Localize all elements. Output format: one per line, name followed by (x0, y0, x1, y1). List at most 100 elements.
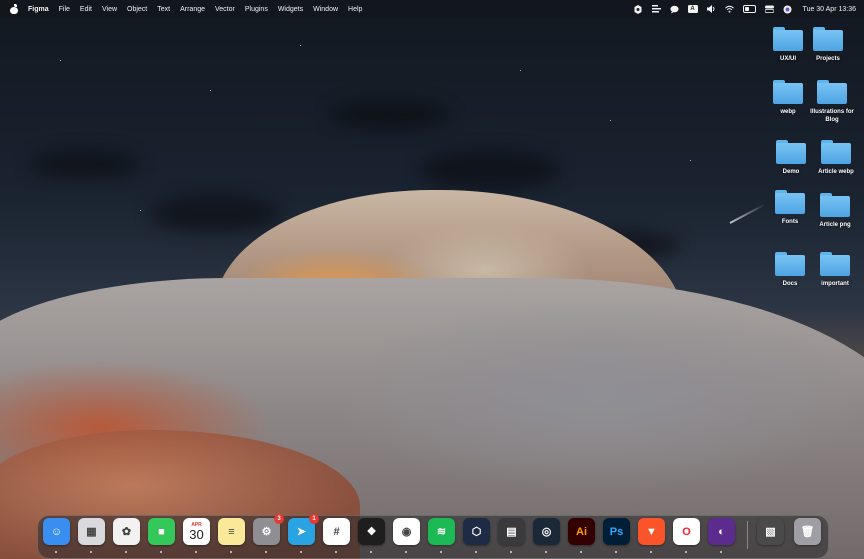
control-center-icon[interactable] (764, 5, 774, 14)
menu-help[interactable]: Help (348, 6, 362, 13)
figma-app-icon: ❖ (366, 526, 377, 538)
folder-label: UX/UI (779, 56, 796, 62)
folder-icon (821, 140, 851, 164)
menu-app-name[interactable]: Figma (28, 6, 49, 13)
menu-bar-clock[interactable]: Tue 30 Apr 13:36 (803, 6, 856, 13)
menu-edit[interactable]: Edit (80, 6, 92, 13)
spotify-icon: ≋ (436, 526, 447, 538)
notification-badge: 1 (309, 514, 319, 524)
dock-app-brave-icon[interactable]: ▼ (638, 518, 665, 545)
dock-app-launchpad-icon[interactable]: ▦ (78, 518, 105, 545)
stack-icon[interactable] (651, 5, 661, 14)
photoshop-icon: Ps (609, 525, 624, 538)
folder-illustrations-for-blog[interactable]: Illustrations for Blog (800, 80, 864, 124)
menu-widgets[interactable]: Widgets (278, 6, 303, 13)
menu-file[interactable]: File (59, 6, 70, 13)
running-indicator (195, 551, 197, 553)
keyboard-layout-icon[interactable]: A (687, 5, 698, 13)
folder-article-webp[interactable]: Article webp (804, 140, 864, 176)
screenshot-icon: ▧ (765, 526, 776, 538)
launchpad-icon: ▦ (86, 526, 97, 538)
calculator-icon: ▤ (506, 526, 517, 538)
desktop-wallpaper (0, 0, 864, 559)
dock-app-finder-icon[interactable]: ☺ (43, 518, 70, 545)
dock-app-calendar-icon[interactable]: APR 30 (183, 518, 210, 545)
dock-app-slack-icon[interactable]: # (323, 518, 350, 545)
running-indicator (230, 551, 232, 553)
chrome-icon: ◉ (401, 526, 412, 538)
folder-label: Article webp (818, 169, 854, 175)
dock-app-screenshot-icon[interactable]: ▧ (757, 518, 784, 545)
wifi-icon[interactable] (724, 5, 734, 14)
menu-view[interactable]: View (102, 6, 117, 13)
battery-icon[interactable] (742, 5, 756, 13)
illustrator-icon: Ai (576, 525, 587, 538)
cloud (30, 150, 140, 178)
notes-icon: ≡ (228, 525, 235, 538)
running-indicator (55, 551, 57, 553)
dock-app-photos-icon[interactable]: ✿ (113, 518, 140, 545)
dock-app-hexagon-app-icon[interactable]: ⬡ (463, 518, 490, 545)
running-indicator (580, 551, 582, 553)
running-indicator (510, 551, 512, 553)
running-indicator (545, 551, 547, 553)
running-indicator (615, 551, 617, 553)
running-indicator (160, 551, 162, 553)
folder-label: Docs (782, 281, 798, 287)
folder-icon (773, 80, 803, 104)
folder-important[interactable]: important (803, 252, 864, 288)
cloud (420, 150, 560, 190)
folder-label: Article png (819, 222, 851, 228)
menu-object[interactable]: Object (127, 6, 147, 13)
menu-bar: Figma File Edit View Object Text Arrange… (0, 0, 864, 18)
dock-app-spotify-icon[interactable]: ≋ (428, 518, 455, 545)
folder-projects[interactable]: Projects (796, 27, 860, 63)
dock-app-chrome-icon[interactable]: ◉ (393, 518, 420, 545)
running-indicator (125, 551, 127, 553)
facetime-icon: ■ (158, 525, 165, 538)
folder-icon (817, 80, 847, 104)
folder-label: Fonts (781, 219, 799, 225)
running-indicator (685, 551, 687, 553)
dock-app-figma-app-icon[interactable]: ❖ (358, 518, 385, 545)
folder-label: Demo (782, 169, 800, 175)
trash-icon: 🗑 (800, 526, 815, 538)
dock-app-facetime-icon[interactable]: ■ (148, 518, 175, 545)
folder-icon (820, 252, 850, 276)
folder-icon (775, 252, 805, 276)
dock-app-firefox-icon[interactable]: ◐ (708, 518, 735, 545)
siri-icon[interactable] (783, 5, 792, 14)
chat-icon[interactable] (669, 5, 679, 14)
menu-window[interactable]: Window (313, 6, 338, 13)
dock-app-photoshop-icon[interactable]: Ps (603, 518, 630, 545)
brave-icon: ▼ (646, 525, 657, 538)
speaker-icon[interactable] (706, 5, 716, 14)
dock-app-trash-icon[interactable]: 🗑 (794, 518, 821, 545)
running-indicator (90, 551, 92, 553)
dock-app-notes-icon[interactable]: ≡ (218, 518, 245, 545)
settings-icon: ⚙ (261, 526, 272, 538)
apple-menu-icon[interactable] (10, 3, 18, 14)
folder-label: Projects (816, 56, 840, 62)
running-indicator (265, 551, 267, 553)
menu-arrange[interactable]: Arrange (180, 6, 205, 13)
dock-app-telegram-icon[interactable]: ➤ 1 (288, 514, 319, 545)
running-indicator (300, 551, 302, 553)
folder-icon (775, 190, 805, 214)
firefox-icon: ◐ (718, 525, 725, 538)
dock-app-calculator-icon[interactable]: ▤ (498, 518, 525, 545)
menu-vector[interactable]: Vector (215, 6, 235, 13)
running-indicator (405, 551, 407, 553)
folder-label: webp (780, 109, 796, 115)
dock-app-opera-icon[interactable]: O (673, 518, 700, 545)
menu-plugins[interactable]: Plugins (245, 6, 268, 13)
status-menus: A Tue 30 Apr 13:36 (634, 0, 856, 18)
dock-app-settings-icon[interactable]: ⚙ 3 (253, 514, 284, 545)
dock-app-steam-icon[interactable]: ◎ (533, 518, 560, 545)
running-indicator (650, 551, 652, 553)
figma-icon[interactable] (634, 4, 643, 14)
menu-text[interactable]: Text (157, 6, 170, 13)
dock-app-illustrator-icon[interactable]: Ai (568, 518, 595, 545)
folder-icon (776, 140, 806, 164)
folder-article-png[interactable]: Article png (803, 193, 864, 229)
